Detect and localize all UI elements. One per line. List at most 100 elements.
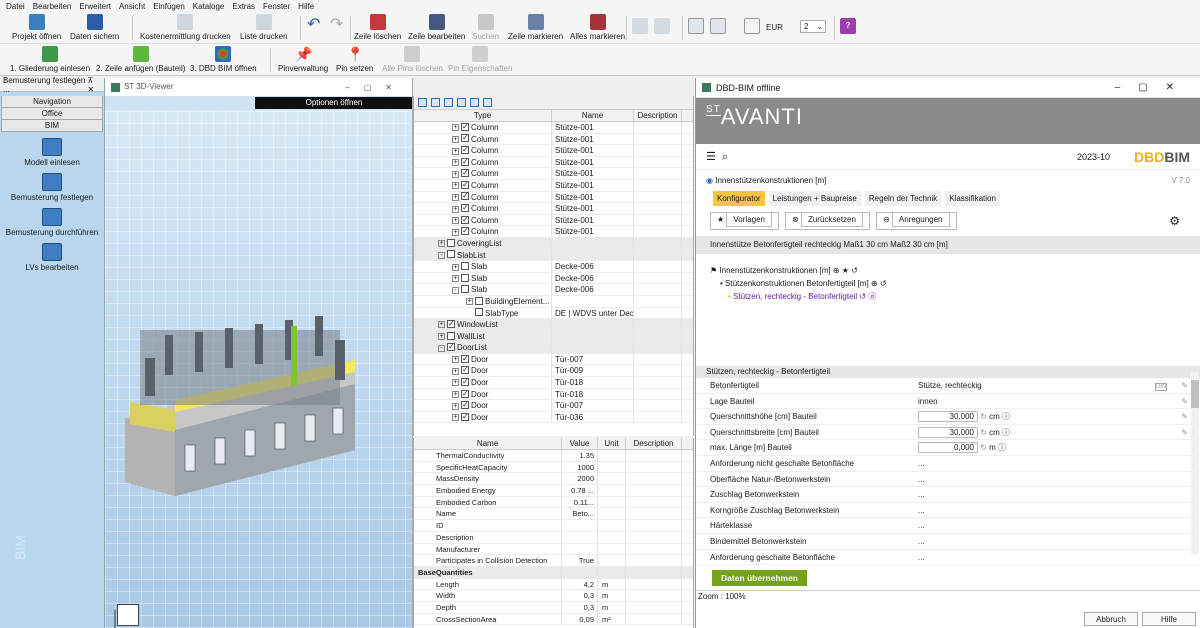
visibility-checkbox[interactable] — [447, 319, 455, 329]
collapse-icon[interactable] — [431, 98, 440, 107]
tab-rules[interactable]: Regeln der Technik — [864, 191, 942, 206]
tree-row[interactable]: + WallList — [414, 330, 693, 343]
pin-icon[interactable]: ✎ — [1181, 397, 1188, 406]
visibility-checkbox[interactable] — [461, 145, 469, 155]
number-input[interactable]: 30,000 — [918, 426, 978, 438]
delete-all-pins-button[interactable]: Alle Pins löschen — [382, 46, 443, 73]
expand-toggle-icon[interactable]: + — [452, 124, 459, 132]
cube-icon[interactable] — [470, 98, 479, 107]
parameter-row[interactable]: Härteklasse... — [696, 518, 1200, 534]
visibility-checkbox[interactable] — [461, 400, 469, 410]
layout-button[interactable] — [710, 18, 726, 36]
expand-toggle-icon[interactable]: + — [466, 298, 473, 306]
menu-item[interactable]: Hilfe — [298, 2, 314, 11]
back-icon[interactable]: ◉ — [706, 176, 713, 185]
property-row[interactable]: ThermalConductivity 1.35 — [414, 450, 693, 462]
tree-node-1[interactable]: ⚑ Innenstützenkonstruktionen [m] ⊕ ★ ↺ — [710, 264, 1186, 277]
info-icon[interactable]: ⓘ — [1000, 428, 1010, 437]
templates-button[interactable]: ★ Vorlagen — [710, 212, 779, 230]
visibility-checkbox[interactable] — [461, 377, 469, 387]
window-controls[interactable]: –▢✕ — [345, 83, 406, 92]
parameter-row[interactable]: Bindemittel Betonwerkstein... — [696, 534, 1200, 550]
delete-row-button[interactable]: Zeile löschen — [354, 14, 401, 41]
col-prop-unit[interactable]: Unit — [598, 438, 626, 449]
property-row[interactable]: Width 0,3 m — [414, 590, 693, 602]
menu-item[interactable]: Fenster — [263, 2, 290, 11]
property-row[interactable]: SpecificHeatCapacity 1000 — [414, 461, 693, 474]
mark-row-button[interactable]: Zeile markieren — [508, 14, 563, 41]
read-outline-button[interactable]: 1. Gliederung einlesen — [10, 46, 90, 73]
info-icon[interactable]: ⓘ — [1000, 412, 1010, 421]
expand-toggle-icon[interactable]: - — [438, 344, 445, 352]
tree-row[interactable]: + Column Stütze-001 — [414, 168, 693, 180]
spin-icon[interactable]: ↻ — [978, 443, 989, 452]
visibility-checkbox[interactable] — [461, 285, 469, 294]
parameter-row[interactable]: Korngröße Zuschlag Betonwerkstein... — [696, 503, 1200, 519]
visibility-checkbox[interactable] — [447, 342, 455, 352]
tree-row[interactable]: + Door Tür-018 — [414, 377, 693, 389]
load-model-item[interactable]: Modell einlesen — [0, 138, 104, 167]
tree-row[interactable]: + Door Tür-007 — [414, 400, 693, 412]
tab-office[interactable]: Office — [1, 108, 103, 120]
property-row[interactable]: MassDensity 2000 — [414, 473, 693, 486]
expand-toggle-icon[interactable]: + — [452, 263, 459, 271]
expand-toggle-icon[interactable]: + — [452, 367, 459, 375]
expand-toggle-icon[interactable]: + — [452, 205, 459, 213]
open-project-button[interactable]: Projekt öffnen — [12, 14, 61, 41]
tree-row[interactable]: + Column Stütze-001 — [414, 156, 693, 169]
tree-row[interactable]: - SlabList — [414, 249, 693, 262]
tree-row[interactable]: + Door Tür-036 — [414, 411, 693, 424]
tree-row[interactable]: - Slab Decke-006 — [414, 284, 693, 296]
decimals-select[interactable]: 2 ⌄ — [800, 20, 826, 33]
parameter-row[interactable]: Oberfläche Natur-/Betonwerkstein... — [696, 472, 1200, 488]
set-pin-button[interactable]: 📍 Pin setzen — [336, 46, 373, 73]
redo-button[interactable]: ↷ — [330, 17, 346, 36]
visibility-checkbox[interactable] — [475, 308, 483, 317]
menu-item[interactable]: Ansicht — [119, 2, 145, 11]
expand-toggle-icon[interactable]: + — [452, 159, 459, 167]
save-data-button[interactable]: Daten sichern — [70, 14, 119, 41]
expand-toggle-icon[interactable]: + — [452, 193, 459, 201]
number-input[interactable]: 0,000 — [918, 442, 978, 454]
visibility-checkbox[interactable] — [461, 354, 469, 364]
spin-icon[interactable]: ↻ — [978, 412, 989, 421]
expand-toggle-icon[interactable]: + — [452, 147, 459, 155]
visibility-checkbox[interactable] — [447, 238, 455, 247]
reset-button[interactable]: ⊗ Zurücksetzen — [785, 212, 870, 230]
pin-icon[interactable]: ✎ — [1181, 428, 1188, 437]
expand-toggle-icon[interactable]: + — [438, 321, 445, 329]
tree-node-3[interactable]: • Stützen, rechteckig - Betonfertigteil … — [710, 290, 1186, 303]
col-prop-value[interactable]: Value — [562, 438, 598, 449]
property-row[interactable]: Embodied Energy 0.78 ... — [414, 485, 693, 497]
tree-row[interactable]: + Door Tür-007 — [414, 353, 693, 366]
visibility-checkbox[interactable] — [461, 262, 469, 271]
tree-node-2[interactable]: • Stützenkonstruktionen Betonfertigteil … — [710, 277, 1186, 290]
tree-row[interactable]: + CoveringList — [414, 237, 693, 250]
edit-lv-item[interactable]: LVs bearbeiten — [0, 243, 104, 272]
mark-all-button[interactable]: Alles markieren — [570, 14, 625, 41]
tree-row[interactable]: + Column Stütze-001 — [414, 145, 693, 157]
tree-row[interactable]: + Column Stütze-001 — [414, 179, 693, 192]
visibility-checkbox[interactable] — [461, 215, 469, 225]
parameter-row[interactable]: Anforderung nicht geschalte Betonfläche.… — [696, 456, 1200, 472]
tree-row[interactable]: + Column Stütze-001 — [414, 122, 693, 134]
filter-icon[interactable] — [444, 98, 453, 107]
expand-toggle-icon[interactable]: + — [452, 170, 459, 178]
property-row[interactable]: Embodied Carbon 0.11... — [414, 496, 693, 509]
menu-search[interactable]: ☰ ⌕ — [706, 150, 728, 164]
tab-configurator[interactable]: Konfigurator — [713, 191, 765, 206]
help-button[interactable]: ? — [840, 18, 856, 36]
number-input[interactable]: 30,000 — [918, 411, 978, 423]
tree-row[interactable]: + Column Stütze-001 — [414, 214, 693, 227]
tree-row[interactable]: + WindowList — [414, 319, 693, 331]
expand-icon[interactable] — [418, 98, 427, 107]
tree-row[interactable]: + Slab Decke-006 — [414, 272, 693, 285]
col-prop-name[interactable]: Name — [414, 438, 562, 449]
expand-toggle-icon[interactable]: + — [452, 182, 459, 190]
expand-toggle-icon[interactable]: + — [452, 135, 459, 143]
visibility-checkbox[interactable] — [461, 122, 469, 132]
print-list-button[interactable]: Liste drucken — [240, 14, 288, 41]
open-options-button[interactable]: Optionen öffnen — [255, 97, 412, 109]
pin-icon[interactable]: ✎ — [1181, 381, 1188, 390]
visibility-checkbox[interactable] — [475, 296, 483, 305]
